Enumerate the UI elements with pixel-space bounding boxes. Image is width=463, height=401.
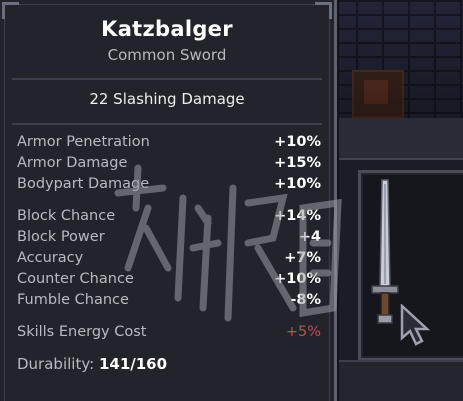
stat-label: Bodypart Damage bbox=[17, 176, 150, 192]
item-name: Katzbalger bbox=[101, 17, 233, 41]
equipment-panel-footer bbox=[336, 360, 463, 401]
durability-value: 141/160 bbox=[98, 355, 168, 373]
item-tooltip: Katzbalger Common Sword 22 Slashing Dama… bbox=[0, 0, 337, 401]
energy-cost-row: Skills Energy Cost +5% bbox=[17, 324, 321, 344]
item-damage: 22 Slashing Damage bbox=[89, 90, 245, 108]
stat-label: Block Chance bbox=[17, 208, 116, 224]
equipment-panel-header bbox=[336, 118, 463, 160]
stat-row: Armor Penetration +10% bbox=[17, 134, 321, 154]
durability-label: Durability: bbox=[17, 355, 95, 373]
item-type: Common Sword bbox=[107, 46, 227, 64]
stat-value: +4 bbox=[298, 229, 321, 245]
stat-label: Fumble Chance bbox=[17, 292, 129, 308]
stat-label: Armor Penetration bbox=[17, 134, 150, 150]
stat-value: +10% bbox=[274, 134, 321, 150]
stat-row: Counter Chance +10% bbox=[17, 271, 321, 291]
divider bbox=[12, 78, 322, 80]
stat-row: Accuracy +7% bbox=[17, 250, 321, 270]
durability: Durability: 141/160 bbox=[17, 355, 167, 373]
divider bbox=[12, 123, 322, 125]
cursor-icon bbox=[400, 304, 431, 346]
stat-row: Bodypart Damage +10% bbox=[17, 176, 321, 196]
stat-label: Counter Chance bbox=[17, 271, 134, 287]
stat-value-negative: +5% bbox=[285, 324, 321, 340]
stat-value: +7% bbox=[284, 250, 321, 266]
stat-value: +10% bbox=[274, 176, 321, 192]
stat-label: Armor Damage bbox=[17, 155, 128, 171]
stat-value: -8% bbox=[290, 292, 321, 308]
stat-row: Armor Damage +15% bbox=[17, 155, 321, 175]
stat-value: +10% bbox=[274, 271, 321, 287]
stat-label: Skills Energy Cost bbox=[17, 324, 147, 340]
stat-value: +14% bbox=[274, 208, 321, 224]
stat-value: +15% bbox=[274, 155, 321, 171]
stat-row: Block Power +4 bbox=[17, 229, 321, 249]
stat-label: Accuracy bbox=[17, 250, 84, 266]
stat-row: Fumble Chance -8% bbox=[17, 292, 321, 312]
stat-label: Block Power bbox=[17, 229, 105, 245]
stat-row: Block Chance +14% bbox=[17, 208, 321, 228]
